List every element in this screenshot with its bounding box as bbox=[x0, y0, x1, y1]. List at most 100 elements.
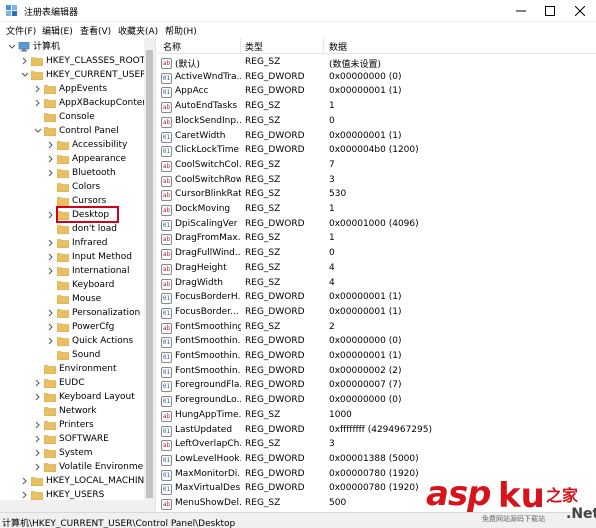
chevron-right-icon[interactable] bbox=[21, 491, 29, 499]
tree-scroll-thumb[interactable] bbox=[146, 50, 153, 498]
close-button[interactable] bbox=[565, 0, 595, 22]
chevron-right-icon[interactable] bbox=[47, 323, 55, 331]
tree-item[interactable]: Environment bbox=[0, 362, 144, 376]
chevron-right-icon[interactable] bbox=[47, 211, 55, 219]
value-row[interactable]: 01 ClickLockTime REG_DWORD 0x000004b0 (1200… bbox=[157, 144, 596, 159]
tree-item[interactable]: Control Panel bbox=[0, 124, 144, 138]
value-row[interactable]: 01 FocusBorderH... REG_DWORD 0x00000001 (1) bbox=[157, 291, 596, 306]
tree-item[interactable]: don't load bbox=[0, 222, 144, 236]
column-divider[interactable] bbox=[323, 38, 324, 54]
menu-help[interactable]: 帮助(H) bbox=[165, 24, 197, 37]
value-row[interactable]: ab LeftOverlapCh... REG_SZ 3 bbox=[157, 438, 596, 453]
tree-item[interactable]: Bluetooth bbox=[0, 166, 144, 180]
tree-item[interactable]: Quick Actions bbox=[0, 334, 144, 348]
chevron-right-icon[interactable] bbox=[34, 85, 42, 93]
tree-item[interactable]: HKEY_CURRENT_USER bbox=[0, 68, 146, 82]
column-header-type[interactable]: 类型 bbox=[245, 40, 263, 53]
values-list[interactable]: 名称 类型 数据 ab (默认) REG_SZ (数值未设置) 01 ActiveWndT… bbox=[157, 38, 596, 512]
registry-tree[interactable]: HKEY_USERS HKEY_LOCAL_MACHINE Volatile Env… bbox=[0, 38, 156, 512]
tree-item[interactable]: Sound bbox=[0, 348, 144, 362]
tree-item[interactable]: AppXBackupContent bbox=[0, 96, 152, 110]
tree-item[interactable]: EUDC bbox=[0, 376, 144, 390]
value-row[interactable]: ab AutoEndTasks REG_SZ 1 bbox=[157, 100, 596, 115]
value-row[interactable]: 01 FontSmoothin... REG_DWORD 0x00000000 (0) bbox=[157, 335, 596, 350]
value-row[interactable]: 01 LowLevelHook... REG_DWORD 0x00001388 (50… bbox=[157, 453, 596, 468]
chevron-down-icon[interactable] bbox=[34, 127, 42, 135]
tree-item[interactable]: Keyboard Layout bbox=[0, 390, 144, 404]
value-row[interactable]: 01 ForegroundLo... REG_DWORD 0x00000000 (0) bbox=[157, 394, 596, 409]
value-row[interactable]: ab HungAppTime... REG_SZ 1000 bbox=[157, 409, 596, 424]
tree-item[interactable]: Infrared bbox=[0, 236, 144, 250]
chevron-right-icon[interactable] bbox=[47, 169, 55, 177]
maximize-button[interactable] bbox=[535, 0, 565, 22]
tree-item[interactable]: SOFTWARE bbox=[0, 432, 144, 446]
chevron-right-icon[interactable] bbox=[47, 253, 55, 261]
tree-item[interactable]: Mouse bbox=[0, 292, 144, 306]
tree-item[interactable]: PowerCfg bbox=[0, 320, 144, 334]
value-row[interactable]: ab CursorBlinkRate REG_SZ 530 bbox=[157, 188, 596, 203]
value-row[interactable]: 01 DpiScalingVer REG_DWORD 0x00001000 (4096… bbox=[157, 218, 596, 233]
value-row[interactable]: ab CoolSwitchRows REG_SZ 3 bbox=[157, 174, 596, 189]
column-header-data[interactable]: 数据 bbox=[329, 40, 347, 53]
value-row[interactable]: ab BlockSendInp... REG_SZ 0 bbox=[157, 115, 596, 130]
menu-favorites[interactable]: 收藏夹(A) bbox=[118, 24, 158, 37]
chevron-right-icon[interactable] bbox=[34, 393, 42, 401]
tree-item[interactable]: Input Method bbox=[0, 250, 144, 264]
tree-horizontal-scrollbar[interactable] bbox=[0, 500, 144, 512]
tree-item[interactable]: Colors bbox=[0, 180, 144, 194]
chevron-right-icon[interactable] bbox=[47, 141, 55, 149]
chevron-right-icon[interactable] bbox=[34, 463, 42, 471]
value-row[interactable]: ab DockMoving REG_SZ 1 bbox=[157, 203, 596, 218]
value-row[interactable]: ab DragHeight REG_SZ 4 bbox=[157, 262, 596, 277]
tree-item[interactable]: System bbox=[0, 446, 144, 460]
tree-item[interactable]: Keyboard bbox=[0, 278, 144, 292]
chevron-right-icon[interactable] bbox=[47, 267, 55, 275]
menu-file[interactable]: 文件(F) bbox=[6, 24, 36, 37]
value-row[interactable]: ab FontSmoothing REG_SZ 2 bbox=[157, 321, 596, 336]
value-row[interactable]: ab DragFullWind... REG_SZ 0 bbox=[157, 247, 596, 262]
tree-item[interactable]: Console bbox=[0, 110, 144, 124]
value-row[interactable]: ab DragWidth REG_SZ 4 bbox=[157, 277, 596, 292]
minimize-button[interactable] bbox=[506, 0, 536, 22]
chevron-right-icon[interactable] bbox=[34, 435, 42, 443]
tree-item[interactable]: AppEvents bbox=[0, 82, 144, 96]
chevron-right-icon[interactable] bbox=[47, 309, 55, 317]
chevron-right-icon[interactable] bbox=[21, 57, 29, 65]
chevron-right-icon[interactable] bbox=[34, 99, 42, 107]
value-row[interactable]: 01 FocusBorder... REG_DWORD 0x00000001 (1) bbox=[157, 306, 596, 321]
menu-edit[interactable]: 编辑(E) bbox=[42, 24, 73, 37]
chevron-right-icon[interactable] bbox=[21, 477, 29, 485]
tree-item[interactable]: Volatile Environment bbox=[0, 460, 152, 474]
value-row[interactable]: ab CoolSwitchCol... REG_SZ 7 bbox=[157, 159, 596, 174]
tree-item[interactable]: International bbox=[0, 264, 144, 278]
value-row[interactable]: 01 CaretWidth REG_DWORD 0x00000001 (1) bbox=[157, 130, 596, 145]
chevron-down-icon[interactable] bbox=[8, 43, 16, 51]
tree-item[interactable]: Network bbox=[0, 404, 144, 418]
chevron-right-icon[interactable] bbox=[34, 421, 42, 429]
chevron-down-icon[interactable] bbox=[21, 71, 29, 79]
tree-item[interactable]: HKEY_LOCAL_MACHINE bbox=[0, 474, 150, 488]
chevron-right-icon[interactable] bbox=[34, 449, 42, 457]
chevron-right-icon[interactable] bbox=[47, 337, 55, 345]
tree-vertical-scrollbar[interactable] bbox=[144, 38, 155, 512]
menu-view[interactable]: 查看(V) bbox=[80, 24, 111, 37]
value-row[interactable]: 01 ForegroundFla... REG_DWORD 0x00000007 (7… bbox=[157, 379, 596, 394]
tree-item[interactable]: Accessibility bbox=[0, 138, 144, 152]
tree-item[interactable]: Personalization bbox=[0, 306, 144, 320]
tree-item[interactable]: 计算机 bbox=[0, 40, 144, 54]
tree-item[interactable]: HKEY_CLASSES_ROOT bbox=[0, 54, 145, 68]
value-row[interactable]: ab DragFromMax... REG_SZ 1 bbox=[157, 232, 596, 247]
tree-item[interactable]: Appearance bbox=[0, 152, 144, 166]
value-row[interactable]: 01 FontSmoothin... REG_DWORD 0x00000001 (1) bbox=[157, 350, 596, 365]
chevron-right-icon[interactable] bbox=[34, 379, 42, 387]
tree-item[interactable]: Printers bbox=[0, 418, 144, 432]
value-row[interactable]: ab (默认) REG_SZ (数值未设置) bbox=[157, 56, 596, 71]
value-row[interactable]: 01 ActiveWndTra... REG_DWORD 0x00000000 (0) bbox=[157, 71, 596, 86]
value-row[interactable]: 01 FontSmoothin... REG_DWORD 0x00000002 (2) bbox=[157, 365, 596, 380]
column-divider[interactable] bbox=[240, 38, 241, 54]
chevron-right-icon[interactable] bbox=[47, 155, 55, 163]
column-header-name[interactable]: 名称 bbox=[163, 40, 181, 53]
value-row[interactable]: 01 AppAcc REG_DWORD 0x00000001 (1) bbox=[157, 85, 596, 100]
value-row[interactable]: 01 LastUpdated REG_DWORD 0xffffffff (429496… bbox=[157, 424, 596, 439]
chevron-right-icon[interactable] bbox=[47, 239, 55, 247]
